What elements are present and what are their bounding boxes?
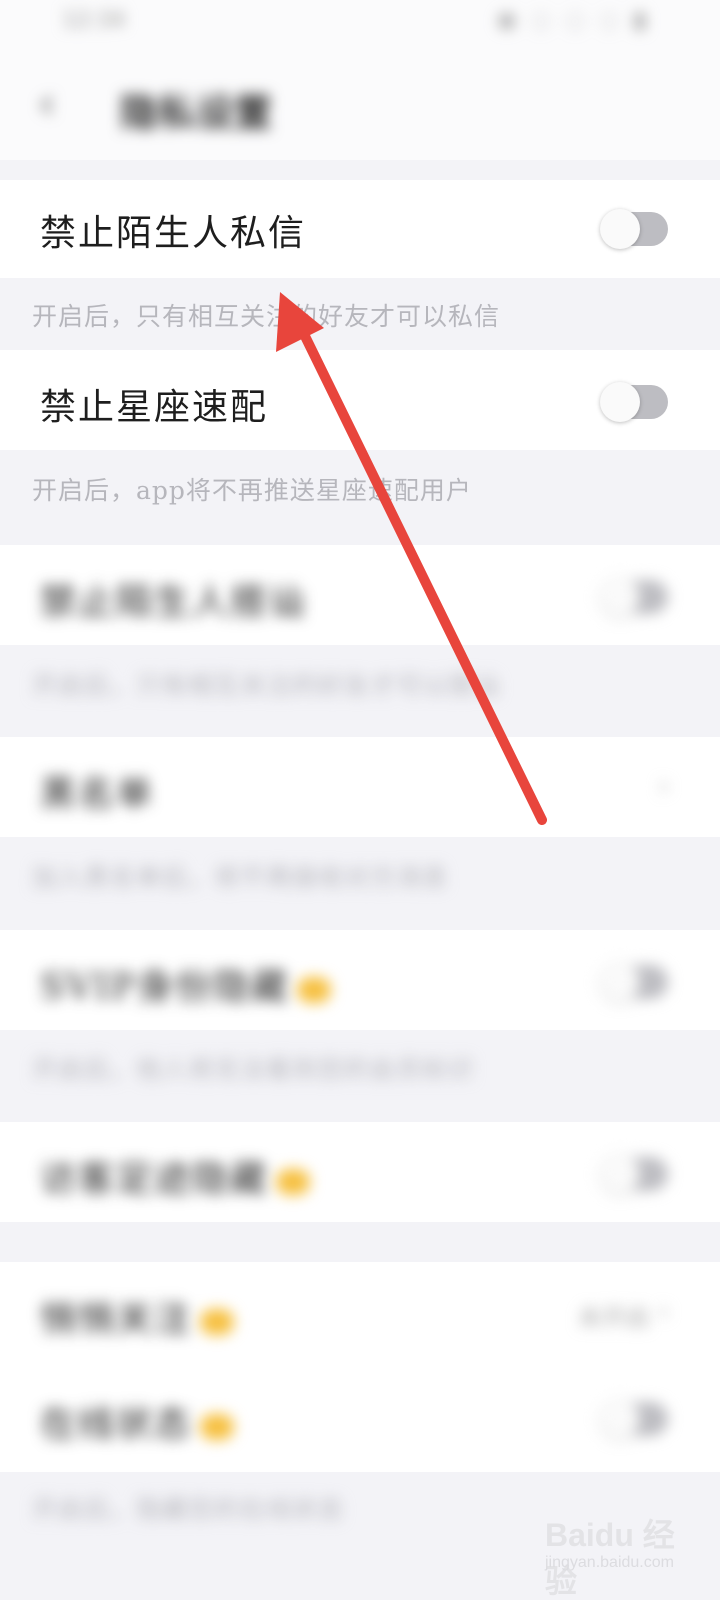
status-icons: ◉ ◌ ◌ ◌ ▮ xyxy=(497,8,650,33)
setting-label: 在线状态 xyxy=(40,1395,235,1447)
toggle-knob xyxy=(600,1154,640,1194)
setting-value: 未开启 xyxy=(578,1304,650,1332)
setting-hint: 开启后，app将不再推送星座速配用户 xyxy=(32,476,472,505)
setting-toggle[interactable] xyxy=(600,1399,668,1439)
baidu-jingyan-watermark: Baidu 经验 jingyan.baidu.com xyxy=(545,1510,705,1599)
crown-icon xyxy=(200,1309,235,1335)
setting-label: 黑名单 xyxy=(40,774,155,815)
setting-hint: 开启后，只有相互关注的好友才可以搭讪 xyxy=(32,671,501,700)
setting-label-text: 访客足迹隐藏 xyxy=(40,1159,269,1200)
setting-label-text: SVIP身份隐藏 xyxy=(40,967,290,1008)
app-header: ‹ 隐私设置 xyxy=(0,50,720,160)
page-title: 隐私设置 xyxy=(120,91,273,135)
chevron-right-icon: › xyxy=(658,769,670,804)
setting-toggle[interactable] xyxy=(600,962,668,1002)
setting-row-blurred[interactable]: 在线状态 xyxy=(0,1367,720,1467)
toggle-knob xyxy=(600,962,640,1002)
setting-group-blurred: 悄悄关注 未开启 › 在线状态 xyxy=(0,1262,720,1472)
watermark-url: jingyan.baidu.com xyxy=(545,1554,674,1571)
screen: 12:34 ◉ ◌ ◌ ◌ ▮ ‹ 隐私设置 禁止陌生人私信 开启后，只有相互关… xyxy=(0,0,720,1600)
zodiac-match-toggle[interactable] xyxy=(600,382,668,422)
setting-row-blurred[interactable]: 悄悄关注 未开启 › xyxy=(0,1262,720,1362)
back-chevron-icon[interactable]: ‹ xyxy=(38,78,56,129)
toggle-knob xyxy=(600,1399,640,1439)
crown-icon xyxy=(200,1414,235,1440)
setting-row-block-zodiac-match[interactable]: 禁止星座速配 xyxy=(0,350,720,450)
setting-row-blurred[interactable]: SVIP身份隐藏 xyxy=(0,930,720,1030)
setting-label-text: 悄悄关注 xyxy=(40,1299,193,1340)
setting-label: 禁止星座速配 xyxy=(40,387,269,428)
setting-row-blurred[interactable]: 禁止陌生人搭讪 xyxy=(0,545,720,645)
toggle-knob xyxy=(600,209,640,249)
setting-toggle[interactable] xyxy=(600,577,668,617)
setting-label: 悄悄关注 xyxy=(40,1290,235,1342)
setting-label: SVIP身份隐藏 xyxy=(40,958,332,1010)
status-bar: 12:34 ◉ ◌ ◌ ◌ ▮ xyxy=(0,0,720,50)
setting-label: 禁止陌生人搭讪 xyxy=(40,582,307,623)
toggle-knob xyxy=(600,382,640,422)
setting-row-blacklist[interactable]: 黑名单 › xyxy=(0,737,720,837)
setting-hint: 开启后，隐藏您的在线状态 xyxy=(32,1495,345,1524)
setting-toggle[interactable] xyxy=(600,1154,668,1194)
crown-icon xyxy=(297,977,332,1003)
toggle-knob xyxy=(600,577,640,617)
crown-icon xyxy=(276,1169,311,1195)
setting-label: 访客足迹隐藏 xyxy=(40,1150,311,1202)
setting-hint: 开启后，只有相互关注的好友才可以私信 xyxy=(32,302,501,331)
setting-label: 禁止陌生人私信 xyxy=(40,213,307,254)
status-time: 12:34 xyxy=(62,8,126,33)
setting-hint: 加入黑名单后，将不再接收对方消息 xyxy=(32,863,449,892)
setting-row-blurred[interactable]: 访客足迹隐藏 xyxy=(0,1122,720,1222)
setting-hint: 开启后，他人将无法看到您的会员标识 xyxy=(32,1055,475,1084)
chevron-right-icon: › xyxy=(658,1294,670,1329)
setting-row-block-stranger-messages[interactable]: 禁止陌生人私信 xyxy=(0,180,720,278)
stranger-messages-toggle[interactable] xyxy=(600,209,668,249)
setting-label-text: 在线状态 xyxy=(40,1404,193,1445)
